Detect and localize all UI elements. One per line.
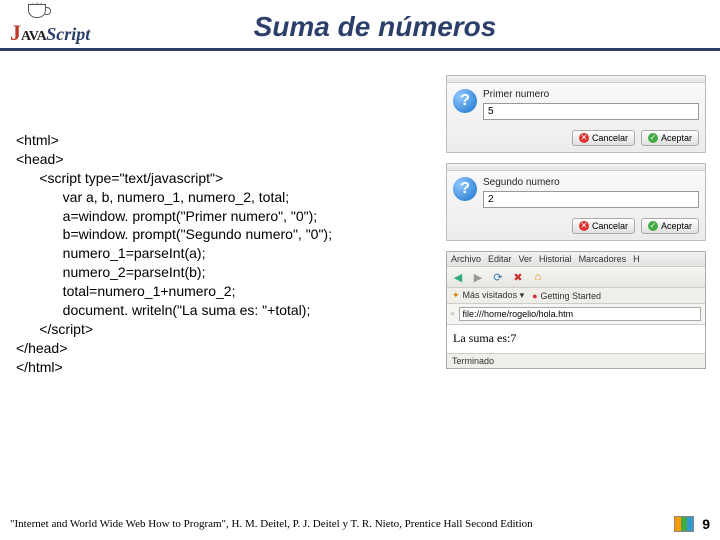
dialog1-accept-label: Aceptar bbox=[661, 133, 692, 143]
url-bar: ▫ bbox=[447, 304, 705, 325]
footer-citation: "Internet and World Wide Web How to Prog… bbox=[10, 518, 666, 530]
dialog2-cancel-label: Cancelar bbox=[592, 221, 628, 231]
prompt-dialog-1: ? Primer numero ✕ Cancelar ✓ Aceptar bbox=[446, 75, 706, 153]
screenshot-column: ? Primer numero ✕ Cancelar ✓ Aceptar bbox=[446, 75, 706, 369]
menu-ver[interactable]: Ver bbox=[519, 254, 533, 264]
menu-archivo[interactable]: Archivo bbox=[451, 254, 481, 264]
browser-window: Archivo Editar Ver Historial Marcadores … bbox=[446, 251, 706, 369]
logo-letter-j: J bbox=[10, 20, 21, 45]
bookmark-star-icon: ✦ bbox=[452, 290, 460, 301]
ok-icon: ✓ bbox=[648, 221, 658, 231]
dialog2-accept-button[interactable]: ✓ Aceptar bbox=[641, 218, 699, 234]
coffee-cup-icon bbox=[28, 4, 46, 18]
dialog2-titlebar bbox=[447, 164, 705, 171]
browser-viewport: La suma es:7 bbox=[447, 325, 705, 353]
bookmark-mas-visitados[interactable]: ✦ Más visitados ▾ bbox=[452, 290, 524, 301]
dialog1-titlebar bbox=[447, 76, 705, 83]
dialog1-input[interactable] bbox=[483, 103, 699, 120]
code-listing: <html> <head> <script type="text/javascr… bbox=[16, 131, 332, 377]
bookmark-fox-icon: ● bbox=[532, 291, 537, 301]
dialog2-accept-label: Aceptar bbox=[661, 221, 692, 231]
slide-title: Suma de números bbox=[100, 11, 710, 43]
menu-editar[interactable]: Editar bbox=[488, 254, 512, 264]
page-file-icon: ▫ bbox=[451, 309, 455, 320]
browser-toolbar: ◀ ▶ ⟳ ✖ ⌂ bbox=[447, 267, 705, 288]
cancel-icon: ✕ bbox=[579, 133, 589, 143]
deitel-logo bbox=[674, 516, 694, 532]
dialog2-label: Segundo numero bbox=[483, 177, 699, 188]
dialog1-cancel-button[interactable]: ✕ Cancelar bbox=[572, 130, 635, 146]
javascript-logo: 〰 JAVAScript bbox=[10, 6, 100, 48]
reload-icon[interactable]: ⟳ bbox=[491, 270, 505, 284]
dialog1-label: Primer numero bbox=[483, 89, 699, 100]
bookmark-gs-label: Getting Started bbox=[541, 291, 602, 301]
browser-statusbar: Terminado bbox=[447, 353, 705, 368]
slide-header: 〰 JAVAScript Suma de números bbox=[0, 0, 720, 51]
browser-menubar: Archivo Editar Ver Historial Marcadores … bbox=[447, 252, 705, 267]
page-number: 9 bbox=[702, 516, 710, 532]
menu-historial[interactable]: Historial bbox=[539, 254, 572, 264]
prompt-dialog-2: ? Segundo numero ✕ Cancelar ✓ Aceptar bbox=[446, 163, 706, 241]
dialog1-cancel-label: Cancelar bbox=[592, 133, 628, 143]
logo-ava: AVA bbox=[21, 29, 46, 44]
back-icon[interactable]: ◀ bbox=[451, 270, 465, 284]
menu-more[interactable]: H bbox=[633, 254, 640, 264]
question-icon: ? bbox=[453, 177, 477, 201]
dialog2-input[interactable] bbox=[483, 191, 699, 208]
slide-footer: "Internet and World Wide Web How to Prog… bbox=[10, 516, 710, 532]
home-icon[interactable]: ⌂ bbox=[531, 270, 545, 284]
url-input[interactable] bbox=[459, 307, 701, 321]
ok-icon: ✓ bbox=[648, 133, 658, 143]
question-icon: ? bbox=[453, 89, 477, 113]
stop-icon[interactable]: ✖ bbox=[511, 270, 525, 284]
bookmarks-bar: ✦ Más visitados ▾ ● Getting Started bbox=[447, 288, 705, 304]
forward-icon[interactable]: ▶ bbox=[471, 270, 485, 284]
cancel-icon: ✕ bbox=[579, 221, 589, 231]
bookmark-getting-started[interactable]: ● Getting Started bbox=[532, 290, 601, 301]
menu-marcadores[interactable]: Marcadores bbox=[579, 254, 627, 264]
dialog1-accept-button[interactable]: ✓ Aceptar bbox=[641, 130, 699, 146]
logo-script: Script bbox=[46, 24, 90, 44]
bookmark-mas-label: Más visitados ▾ bbox=[463, 290, 525, 301]
slide-body: <html> <head> <script type="text/javascr… bbox=[0, 51, 720, 481]
dialog2-cancel-button[interactable]: ✕ Cancelar bbox=[572, 218, 635, 234]
